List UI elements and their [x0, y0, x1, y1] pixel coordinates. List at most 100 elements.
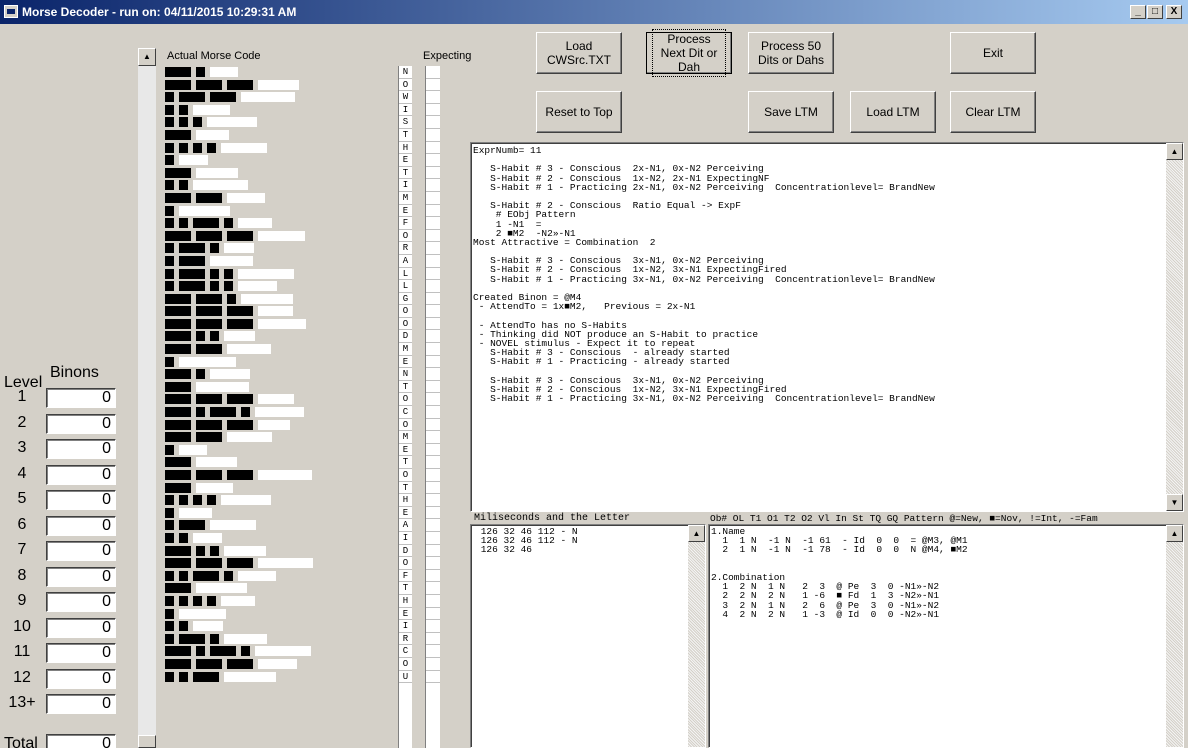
expecting-cell: [426, 671, 440, 684]
clear-ltm-button[interactable]: Clear LTM: [950, 91, 1036, 133]
binon-panel[interactable]: 1.Name 1 1 N -1 N -1 61 - Id 0 0 = @M3, …: [708, 524, 1184, 748]
level-11-field[interactable]: 0: [46, 643, 116, 663]
letter-gap-mark: [224, 633, 267, 644]
morse-row: [165, 167, 325, 180]
dah-mark: [179, 243, 205, 254]
morse-row: [165, 368, 325, 381]
log-panel[interactable]: ExprNumb= 11 S-Habit # 3 - Conscious 2x-…: [470, 142, 1184, 512]
scroll-up-arrow-icon[interactable]: ▲: [1166, 143, 1183, 160]
level-number: 2: [17, 413, 27, 431]
level-7-field[interactable]: 0: [46, 541, 116, 561]
morse-row: [165, 66, 325, 79]
level-number: 5: [17, 490, 27, 507]
letter-gap-mark: [210, 67, 238, 77]
dah-mark: [165, 318, 191, 329]
letter-cell: T: [399, 482, 412, 495]
scroll-up-arrow-icon[interactable]: ▲: [1166, 525, 1183, 542]
level-9-field[interactable]: 0: [46, 592, 116, 612]
dit-mark: [165, 633, 174, 644]
letter-gap-mark: [258, 470, 312, 480]
level-12-field[interactable]: 0: [46, 668, 116, 689]
dit-mark: [207, 495, 216, 506]
ms-scrollbar[interactable]: ▲: [688, 525, 705, 747]
dah-mark: [196, 318, 222, 329]
letter-cell: A: [399, 519, 412, 532]
dah-mark: [165, 419, 191, 430]
morse-row: [165, 595, 325, 608]
expecting-cell: [426, 368, 440, 381]
expecting-cell: [426, 142, 440, 155]
load-ltm-button[interactable]: Load LTM: [850, 91, 936, 133]
letter-cell: I: [399, 104, 412, 117]
maximize-button[interactable]: □: [1147, 5, 1163, 19]
dah-mark: [227, 318, 253, 329]
dit-mark: [210, 281, 219, 292]
morse-row: [165, 293, 325, 306]
level-10-field[interactable]: 0: [46, 617, 116, 638]
minimize-button[interactable]: _: [1130, 5, 1146, 19]
letter-gap-mark: [224, 243, 254, 254]
dah-mark: [165, 369, 191, 380]
dah-mark: [179, 633, 205, 644]
app-window: Morse Decoder - run on: 04/11/2015 10:29…: [0, 0, 1188, 748]
dit-mark: [210, 331, 219, 342]
level-8-field[interactable]: 0: [46, 566, 116, 587]
level-13-field[interactable]: 0: [46, 694, 116, 714]
reset-button[interactable]: Reset to Top: [536, 91, 622, 133]
close-button[interactable]: X: [1166, 5, 1182, 19]
binon-scrollbar[interactable]: ▲: [1166, 525, 1183, 747]
morse-row: [165, 343, 325, 356]
level-5-field[interactable]: 0: [46, 490, 116, 510]
letter-cell: R: [399, 242, 412, 255]
letter-cell: N: [399, 66, 412, 79]
reset-label: Reset to Top: [545, 105, 613, 119]
ms-panel[interactable]: 126 32 46 112 - N 126 32 46 112 - N 126 …: [470, 524, 706, 748]
scroll-up-arrow-icon[interactable]: ▲: [138, 48, 156, 66]
save-ltm-button[interactable]: Save LTM: [748, 91, 834, 133]
letter-cell: O: [399, 79, 412, 92]
letter-gap-mark: [179, 444, 207, 455]
letter-cell: O: [399, 393, 412, 407]
expecting-cell: [426, 456, 440, 469]
dah-mark: [193, 218, 219, 229]
dah-mark: [227, 79, 253, 90]
process-50-button[interactable]: Process 50 Dits or Dahs: [748, 32, 834, 74]
letter-gap-mark: [179, 507, 212, 518]
morse-row: [165, 456, 325, 469]
morse-code-display: [165, 66, 325, 748]
dah-mark: [196, 558, 222, 569]
letter-cell: H: [399, 595, 412, 608]
level-4-field[interactable]: 0: [46, 464, 116, 485]
dah-mark: [165, 457, 191, 468]
expecting-cell: [426, 205, 440, 218]
log-scrollbar[interactable]: ▲ ▼: [1166, 143, 1183, 511]
expecting-cell: [426, 595, 440, 608]
level-3-field[interactable]: 0: [46, 439, 116, 459]
level-1-field[interactable]: 0: [46, 388, 116, 408]
process-next-button[interactable]: Process Next Dit or Dah: [646, 29, 732, 77]
dah-mark: [165, 583, 191, 594]
scroll-thumb[interactable]: [138, 735, 156, 748]
level-6-field[interactable]: 0: [46, 515, 116, 536]
expecting-cell: [426, 570, 440, 583]
total-field[interactable]: 0: [46, 734, 116, 748]
scroll-down-arrow-icon[interactable]: ▼: [1166, 494, 1183, 511]
expecting-cell: [426, 217, 440, 230]
morse-row: [165, 91, 325, 104]
morse-scrollbar[interactable]: ▲: [138, 48, 156, 748]
expecting-cell: [426, 393, 440, 407]
morse-row: [165, 318, 325, 331]
morse-row: [165, 570, 325, 583]
letter-gap-mark: [221, 142, 267, 153]
process-50-label: Process 50 Dits or Dahs: [757, 39, 825, 67]
text-line: # EObj Pattern: [473, 209, 576, 221]
scroll-up-arrow-icon[interactable]: ▲: [688, 525, 705, 542]
dit-mark: [179, 595, 188, 606]
letter-gap-mark: [193, 621, 223, 632]
text-line: 4 2 N 2 N 1 -3 @ Id 0 0 -N2»-N1: [711, 608, 940, 620]
expecting-cell: [426, 154, 440, 167]
level-2-field[interactable]: 0: [46, 413, 116, 434]
dit-mark: [165, 520, 174, 531]
exit-button[interactable]: Exit: [950, 32, 1036, 74]
load-button[interactable]: Load CWSrc.TXT: [536, 32, 622, 74]
